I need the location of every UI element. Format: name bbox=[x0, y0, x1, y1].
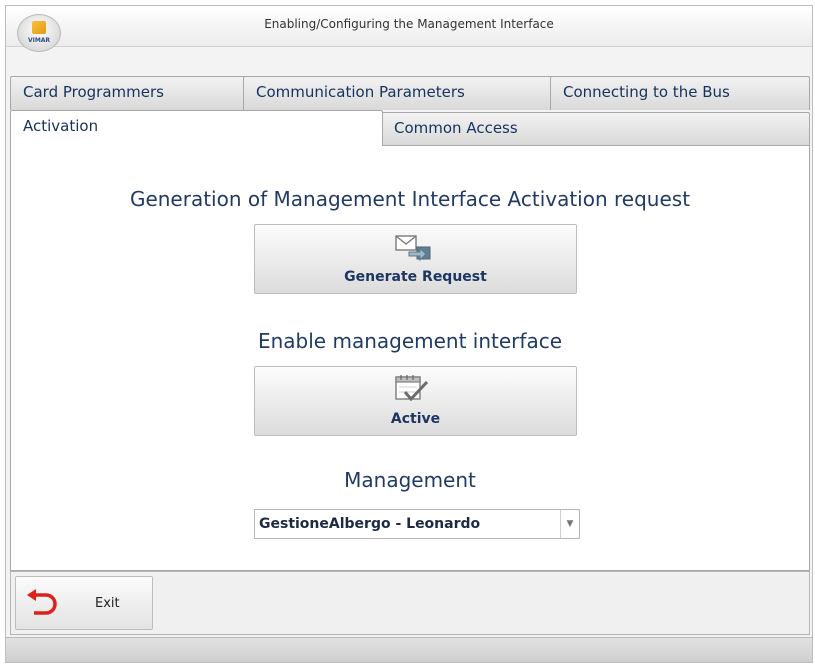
chevron-down-icon[interactable]: ▼ bbox=[560, 510, 579, 538]
exit-label: Exit bbox=[95, 596, 120, 611]
title-bar: VIMAR Enabling/Configuring the Managemen… bbox=[6, 6, 812, 52]
tab-card-programmers[interactable]: Card Programmers bbox=[10, 76, 247, 110]
management-heading: Management bbox=[344, 468, 476, 492]
active-label: Active bbox=[390, 411, 441, 427]
generate-request-label: Generate Request bbox=[344, 269, 487, 285]
generate-request-button[interactable]: Generate Request bbox=[254, 224, 577, 294]
management-select[interactable]: GestioneAlbergo - Leonardo ▼ bbox=[254, 509, 580, 539]
activation-panel: Generation of Management Interface Activ… bbox=[10, 145, 810, 571]
management-select-value: GestioneAlbergo - Leonardo bbox=[259, 516, 481, 532]
request-heading: Generation of Management Interface Activ… bbox=[129, 187, 691, 211]
tab-common-access[interactable]: Common Access bbox=[381, 112, 810, 145]
active-button[interactable]: Active bbox=[254, 366, 577, 436]
window: VIMAR Enabling/Configuring the Managemen… bbox=[5, 5, 813, 663]
footer-bar: Exit bbox=[10, 571, 810, 635]
tab-connecting-to-bus[interactable]: Connecting to the Bus bbox=[550, 76, 810, 110]
envelope-arrow-icon bbox=[393, 232, 433, 268]
exit-arrow-icon bbox=[26, 589, 60, 623]
logo-text: VIMAR bbox=[27, 37, 51, 44]
tab-communication-parameters[interactable]: Communication Parameters bbox=[243, 76, 554, 110]
calendar-check-icon bbox=[393, 374, 433, 412]
enable-heading: Enable management interface bbox=[257, 329, 562, 353]
window-title: Enabling/Configuring the Management Inte… bbox=[264, 17, 554, 31]
status-bar bbox=[6, 637, 812, 662]
exit-button[interactable]: Exit bbox=[15, 576, 153, 630]
tab-activation[interactable]: Activation bbox=[10, 110, 383, 146]
